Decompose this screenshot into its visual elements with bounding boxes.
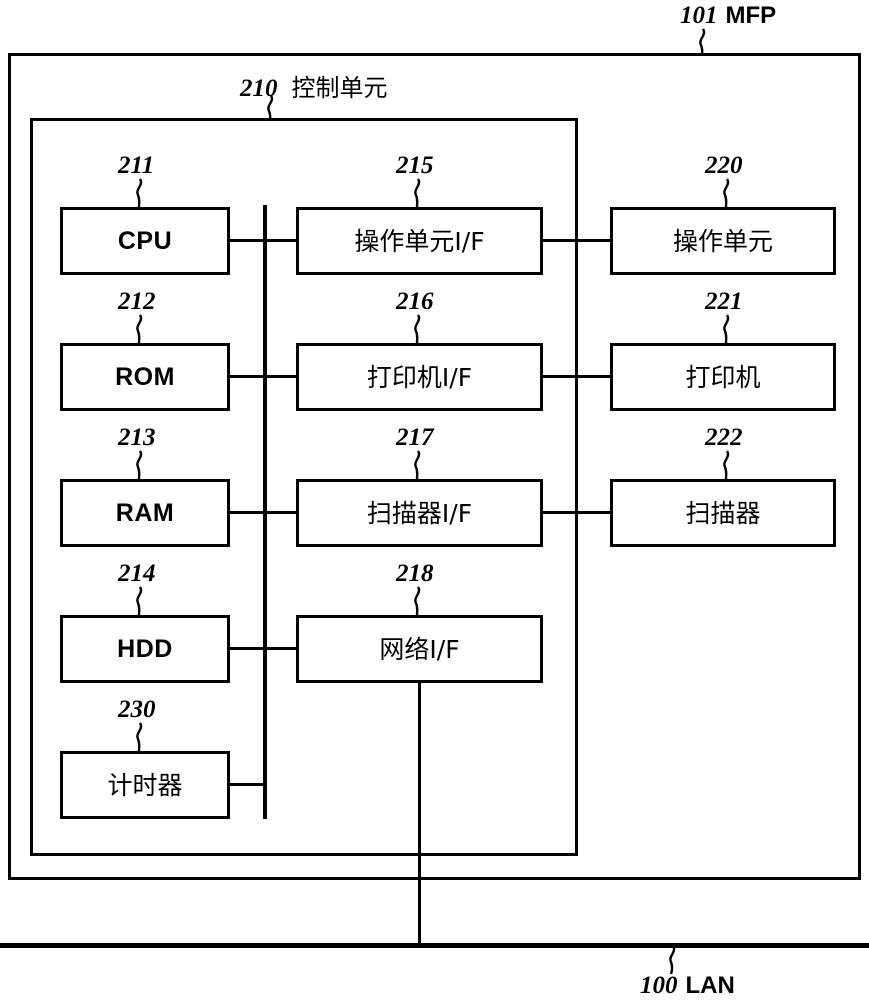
ref-label-op-unit-if: 215	[396, 152, 434, 180]
ref-number-222: 222	[705, 424, 743, 451]
block-label-printer: 打印机	[685, 362, 761, 392]
ref-label-rom: 212	[118, 288, 156, 316]
ref-label-mfp: 101 MFP	[680, 2, 776, 30]
ref-label-hdd: 214	[118, 560, 156, 588]
ref-number-218: 218	[396, 560, 434, 587]
ref-name-lan: LAN	[685, 972, 735, 999]
lan-bus-bar	[0, 943, 869, 948]
connector-printer-if-printer	[541, 375, 612, 378]
block-op-unit-if[interactable]: 操作单元I/F	[296, 207, 543, 275]
ref-label-cpu: 211	[118, 152, 154, 180]
ref-label-scanner: 222	[705, 424, 743, 452]
block-ram[interactable]: RAM	[60, 479, 230, 547]
ref-label-printer-if: 216	[396, 288, 434, 316]
leader-line-scanner	[723, 450, 730, 480]
ref-name-control-unit: 控制单元	[291, 74, 388, 102]
ref-number-220: 220	[705, 152, 743, 179]
block-label-ram: RAM	[115, 498, 175, 527]
leader-line-cpu	[136, 178, 143, 208]
ref-name-mfp: MFP	[725, 2, 777, 29]
block-label-network-if: 网络I/F	[379, 634, 460, 664]
network-cable-line	[418, 681, 421, 945]
ref-number-101: 101	[680, 2, 718, 29]
block-label-timer: 计时器	[107, 770, 183, 800]
block-printer[interactable]: 打印机	[610, 343, 836, 411]
block-label-printer-if: 打印机I/F	[366, 362, 473, 392]
leader-line-rom	[136, 314, 143, 344]
leader-line-printer	[723, 314, 730, 344]
block-op-unit[interactable]: 操作单元	[610, 207, 836, 275]
internal-bus-line	[263, 205, 267, 819]
ref-label-printer: 221	[705, 288, 743, 316]
leader-line-hdd	[136, 586, 143, 616]
ref-number-230: 230	[118, 696, 156, 723]
block-label-op-unit-if: 操作单元I/F	[354, 226, 485, 256]
ref-number-100: 100	[640, 972, 678, 999]
block-printer-if[interactable]: 打印机I/F	[296, 343, 543, 411]
connector-timer-bus	[228, 783, 266, 786]
block-label-op-unit: 操作单元	[672, 226, 773, 256]
ref-number-212: 212	[118, 288, 156, 315]
block-rom[interactable]: ROM	[60, 343, 230, 411]
ref-label-scanner-if: 217	[396, 424, 434, 452]
leader-line-op-unit-if	[414, 178, 421, 208]
ref-number-221: 221	[705, 288, 743, 315]
leader-line-printer-if	[414, 314, 421, 344]
block-label-scanner-if: 扫描器I/F	[366, 498, 473, 528]
leader-line-op-unit	[723, 178, 730, 208]
ref-number-211: 211	[118, 152, 155, 179]
block-scanner-if[interactable]: 扫描器I/F	[296, 479, 543, 547]
leader-line-control-unit	[267, 95, 274, 122]
ref-label-network-if: 218	[396, 560, 434, 588]
ref-label-ram: 213	[118, 424, 156, 452]
leader-line-mfp	[699, 28, 706, 57]
ref-number-214: 214	[118, 560, 156, 587]
ref-label-op-unit: 220	[705, 152, 743, 180]
block-cpu[interactable]: CPU	[60, 207, 230, 275]
block-label-scanner: 扫描器	[685, 498, 761, 528]
connector-op-unit-if-op-unit	[541, 239, 612, 242]
block-label-cpu: CPU	[117, 226, 173, 255]
ref-number-213: 213	[118, 424, 156, 451]
ref-number-217: 217	[396, 424, 434, 451]
block-scanner[interactable]: 扫描器	[610, 479, 836, 547]
block-label-rom: ROM	[115, 362, 175, 391]
block-label-hdd: HDD	[117, 634, 173, 663]
leader-line-timer	[136, 722, 143, 752]
block-network-if[interactable]: 网络I/F	[296, 615, 543, 683]
ref-label-lan: 100 LAN	[640, 972, 735, 1000]
leader-line-ram	[136, 450, 143, 480]
ref-label-timer: 230	[118, 696, 156, 724]
leader-line-network-if	[414, 586, 421, 616]
connector-scanner-if-scanner	[541, 511, 612, 514]
ref-number-215: 215	[396, 152, 434, 179]
leader-line-scanner-if	[414, 450, 421, 480]
ref-number-216: 216	[396, 288, 434, 315]
block-timer[interactable]: 计时器	[60, 751, 230, 819]
figure-canvas: 101 MFP 210 控制单元 211 CPU 215 操作单元I/F 220 操…	[0, 0, 869, 1000]
block-hdd[interactable]: HDD	[60, 615, 230, 683]
